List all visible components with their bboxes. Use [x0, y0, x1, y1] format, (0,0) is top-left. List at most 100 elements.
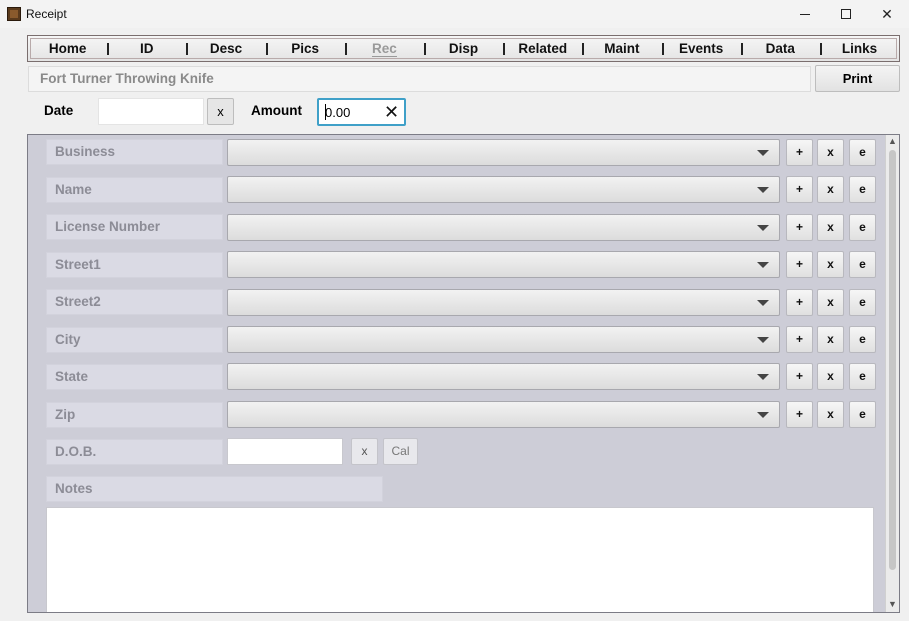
field-label-zip: Zip	[46, 402, 223, 428]
field-label-notes: Notes	[46, 476, 383, 502]
scroll-thumb[interactable]	[889, 150, 896, 570]
window-title: Receipt	[26, 7, 67, 21]
zip-edit-button[interactable]: e	[849, 401, 876, 428]
maximize-icon	[841, 9, 851, 19]
street1-edit-button[interactable]: e	[849, 251, 876, 278]
nav-item-links[interactable]: Links	[819, 36, 899, 61]
license-number-combo[interactable]	[227, 214, 780, 241]
license-number-add-button[interactable]: +	[786, 214, 813, 241]
dropdown-arrow-icon	[757, 150, 769, 156]
dob-clear-button[interactable]: x	[351, 438, 378, 465]
nav-item-home[interactable]: Home	[28, 36, 107, 61]
field-label-street2: Street2	[46, 289, 223, 315]
nav-label: Related	[518, 41, 568, 56]
nav-item-data[interactable]: Data	[740, 36, 820, 61]
dropdown-arrow-icon	[757, 337, 769, 343]
item-title-field: Fort Turner Throwing Knife	[28, 66, 811, 92]
street2-combo[interactable]	[227, 289, 780, 316]
maximize-button[interactable]	[825, 0, 867, 28]
name-edit-button[interactable]: e	[849, 176, 876, 203]
state-add-button[interactable]: +	[786, 363, 813, 390]
street2-add-button[interactable]: +	[786, 289, 813, 316]
business-edit-button[interactable]: e	[849, 139, 876, 166]
nav-label: Links	[841, 41, 878, 56]
street2-clear-button[interactable]: x	[817, 289, 844, 316]
name-clear-button[interactable]: x	[817, 176, 844, 203]
nav-item-disp[interactable]: Disp	[423, 36, 503, 61]
state-edit-button[interactable]: e	[849, 363, 876, 390]
close-icon: ✕	[881, 5, 893, 22]
nav-label: Desc	[209, 41, 243, 56]
dropdown-arrow-icon	[757, 300, 769, 306]
street2-edit-button[interactable]: e	[849, 289, 876, 316]
nav-label: ID	[140, 41, 154, 56]
date-label: Date	[44, 103, 74, 118]
dropdown-arrow-icon	[757, 412, 769, 418]
scroll-down-icon[interactable]: ▼	[886, 599, 899, 611]
minimize-icon	[800, 13, 810, 15]
city-combo[interactable]	[227, 326, 780, 353]
dropdown-arrow-icon	[757, 225, 769, 231]
dropdown-arrow-icon	[757, 187, 769, 193]
amount-label: Amount	[251, 103, 302, 118]
nav-label: Home	[48, 41, 87, 56]
nav-item-pics[interactable]: Pics	[265, 36, 345, 61]
nav-item-events[interactable]: Events	[661, 36, 741, 61]
business-combo[interactable]	[227, 139, 780, 166]
city-add-button[interactable]: +	[786, 326, 813, 353]
license-number-clear-button[interactable]: x	[817, 214, 844, 241]
field-label-dob: D.O.B.	[46, 439, 223, 465]
field-label-business: Business	[46, 139, 223, 165]
name-combo[interactable]	[227, 176, 780, 203]
street1-add-button[interactable]: +	[786, 251, 813, 278]
amount-input[interactable]: 0.00 ✕	[317, 98, 406, 126]
close-button[interactable]: ✕	[866, 0, 908, 28]
dob-input[interactable]	[227, 438, 343, 465]
business-add-button[interactable]: +	[786, 139, 813, 166]
field-label-street1: Street1	[46, 252, 223, 278]
app-icon	[7, 7, 21, 21]
nav-item-id[interactable]: ID	[107, 36, 186, 61]
nav-item-maint[interactable]: Maint	[582, 36, 661, 61]
nav-item-related[interactable]: Related	[503, 36, 582, 61]
street1-clear-button[interactable]: x	[817, 251, 844, 278]
field-label-name: Name	[46, 177, 223, 203]
dob-calendar-button[interactable]: Cal	[383, 438, 418, 465]
state-combo[interactable]	[227, 363, 780, 390]
field-label-city: City	[46, 327, 223, 353]
zip-add-button[interactable]: +	[786, 401, 813, 428]
nav-item-desc[interactable]: Desc	[186, 36, 265, 61]
nav-bar: Home ID Desc Pics Rec Disp Related Maint…	[27, 35, 900, 62]
business-clear-button[interactable]: x	[817, 139, 844, 166]
minimize-button[interactable]	[784, 0, 826, 28]
form-panel: Business + x e Name + x e License Number…	[27, 134, 900, 613]
text-caret	[325, 104, 326, 120]
vertical-scrollbar[interactable]: ▲ ▼	[885, 135, 899, 612]
date-input[interactable]	[98, 98, 204, 125]
zip-clear-button[interactable]: x	[817, 401, 844, 428]
city-edit-button[interactable]: e	[849, 326, 876, 353]
scroll-up-icon[interactable]: ▲	[886, 136, 899, 148]
nav-label: Maint	[604, 41, 640, 56]
nav-label: Data	[765, 41, 795, 56]
state-clear-button[interactable]: x	[817, 363, 844, 390]
zip-combo[interactable]	[227, 401, 780, 428]
field-label-state: State	[46, 364, 223, 390]
nav-label: Pics	[291, 41, 320, 56]
title-bar: Receipt ✕	[0, 0, 909, 28]
field-label-license-number: License Number	[46, 214, 223, 240]
amount-clear-icon[interactable]: ✕	[384, 101, 399, 123]
nav-label: Disp	[448, 41, 479, 56]
dropdown-arrow-icon	[757, 262, 769, 268]
notes-textarea[interactable]	[46, 507, 874, 612]
city-clear-button[interactable]: x	[817, 326, 844, 353]
name-add-button[interactable]: +	[786, 176, 813, 203]
nav-label: Events	[678, 41, 724, 56]
license-number-edit-button[interactable]: e	[849, 214, 876, 241]
date-clear-button[interactable]: x	[207, 98, 234, 125]
print-button[interactable]: Print	[815, 65, 900, 92]
dropdown-arrow-icon	[757, 374, 769, 380]
street1-combo[interactable]	[227, 251, 780, 278]
nav-item-rec: Rec	[344, 36, 424, 61]
amount-value: 0.00	[325, 105, 351, 120]
